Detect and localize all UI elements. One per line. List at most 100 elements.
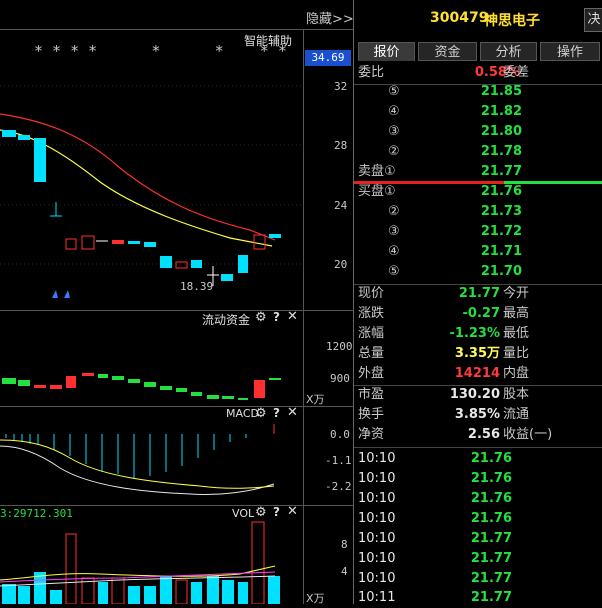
buy-level-label: ③ (388, 224, 400, 239)
tick-price: 21.76 (470, 471, 512, 486)
tab-analysis[interactable]: 分析 (480, 42, 537, 61)
sell-level-label: 卖盘① (358, 164, 396, 179)
tick-time: 10:10 (358, 491, 396, 506)
fund-value: 2.56 (467, 427, 500, 442)
sell-level-label: ⑤ (388, 84, 400, 99)
buy-level-price[interactable]: 21.76 (470, 182, 522, 202)
sell-level-price[interactable]: 21.77 (470, 162, 522, 182)
quote-label2: 最低 (503, 326, 530, 341)
candlestick-chart (0, 85, 303, 298)
quote-label: 外盘 (358, 366, 385, 381)
y-tick: 32 (334, 80, 348, 93)
flow-unit: X万 (306, 393, 325, 406)
axis-divider (303, 29, 304, 604)
question-icon[interactable]: ? (273, 406, 280, 420)
quote-label: 涨跌 (358, 306, 385, 321)
close-icon[interactable]: ✕ (287, 309, 298, 324)
panel-separator (0, 505, 354, 506)
buy-level-price[interactable]: 21.72 (470, 222, 522, 242)
tick-price: 21.76 (470, 511, 512, 526)
tick-time: 10:10 (358, 511, 396, 526)
vol-panel-title[interactable]: VOL (232, 507, 254, 520)
capital-flow-chart (2, 373, 281, 400)
gear-icon[interactable]: ⚙ (255, 505, 267, 520)
gear-icon[interactable]: ⚙ (255, 406, 267, 421)
vol-tick: 4 (341, 565, 348, 578)
tick-price: 21.77 (470, 531, 512, 546)
tab-quote[interactable]: 报价 (358, 42, 415, 61)
tick-price: 21.76 (470, 451, 512, 466)
volume-chart (0, 521, 280, 604)
quote-value-change: -0.27 (462, 306, 500, 321)
quote-label2: 今开 (503, 286, 530, 301)
stock-code: 300479 (430, 10, 489, 26)
decision-button[interactable]: 决 (584, 8, 602, 32)
quote-label: 总量 (358, 346, 385, 361)
tick-time: 10:10 (358, 471, 396, 486)
panel-separator (0, 310, 354, 311)
fund-label2: 收益(一) (503, 427, 553, 442)
sell-level-label: ③ (388, 124, 400, 139)
low-price-label: 18.39 (180, 280, 214, 293)
quote-label2: 内盘 (503, 366, 530, 381)
buy-level-label: 买盘① (358, 184, 396, 199)
tick-price: 21.77 (470, 551, 512, 566)
fund-label: 换手 (358, 407, 385, 422)
fund-value: 130.20 (449, 387, 500, 402)
buy-level-label: ⑤ (388, 264, 400, 279)
gear-icon[interactable]: ⚙ (255, 310, 267, 325)
tick-price: 21.77 (470, 590, 512, 605)
vol-header-value: 3:29712.301 (0, 507, 73, 520)
buy-level-price[interactable]: 21.71 (470, 242, 522, 262)
sell-level-label: ② (388, 144, 400, 159)
fund-value: 3.85% (454, 407, 500, 422)
y-tick: 28 (334, 139, 348, 152)
buy-level-label: ② (388, 204, 400, 219)
sell-level-price[interactable]: 21.80 (470, 122, 522, 142)
buy-level-label: ④ (388, 244, 400, 259)
panel-separator (0, 406, 354, 407)
quote-label: 现价 (358, 286, 385, 301)
kline-chart-area[interactable]: 隐藏>> 智能辅助 * * * * * * * * 34.69 32 28 24… (0, 0, 354, 605)
question-icon[interactable]: ? (273, 310, 280, 324)
flow-tick: 900 (330, 372, 350, 385)
macd-tick: -1.1 (325, 454, 352, 467)
stock-name: 神思电子 (484, 13, 540, 29)
fund-label: 市盈 (358, 387, 385, 402)
sell-level-price[interactable]: 21.85 (470, 82, 522, 102)
sell-level-price[interactable]: 21.82 (470, 102, 522, 122)
close-icon[interactable]: ✕ (287, 504, 298, 519)
macd-tick: 0.0 (330, 428, 350, 441)
quote-value-pct: -1.23% (449, 326, 501, 341)
buy-level-price[interactable]: 21.73 (470, 202, 522, 222)
tick-time: 10:11 (358, 590, 396, 605)
tab-capital[interactable]: 资金 (418, 42, 477, 61)
macd-chart (0, 424, 275, 495)
y-tick: 20 (334, 258, 348, 271)
current-price-tag: 34.69 (305, 50, 351, 66)
quote-label2: 量比 (503, 346, 530, 361)
fund-label2: 股本 (503, 387, 530, 402)
vol-tick: 8 (341, 538, 348, 551)
tick-time: 10:10 (358, 531, 396, 546)
buy-level-price[interactable]: 21.70 (470, 262, 522, 282)
sell-level-price[interactable]: 21.78 (470, 142, 522, 162)
flow-tick: 1200 (326, 340, 353, 353)
hide-toggle-button[interactable]: 隐藏>> (306, 8, 354, 27)
flow-panel-title[interactable]: 流动资金 (202, 311, 250, 328)
quote-label: 涨幅 (358, 326, 385, 341)
tick-price: 21.77 (470, 571, 512, 586)
tick-time: 10:10 (358, 571, 396, 586)
close-icon[interactable]: ✕ (287, 405, 298, 420)
tick-time: 10:10 (358, 551, 396, 566)
tab-operate[interactable]: 操作 (540, 42, 600, 61)
question-icon[interactable]: ? (273, 505, 280, 519)
divider (354, 447, 602, 448)
weicha-label: 委差 (503, 65, 530, 80)
tick-price: 21.76 (470, 491, 512, 506)
quote-value-price: 21.77 (458, 286, 500, 301)
y-tick: 24 (334, 199, 348, 212)
macd-tick: -2.2 (325, 480, 352, 493)
quote-value-volume: 3.35万 (454, 346, 500, 361)
quote-label2: 最高 (503, 306, 530, 321)
